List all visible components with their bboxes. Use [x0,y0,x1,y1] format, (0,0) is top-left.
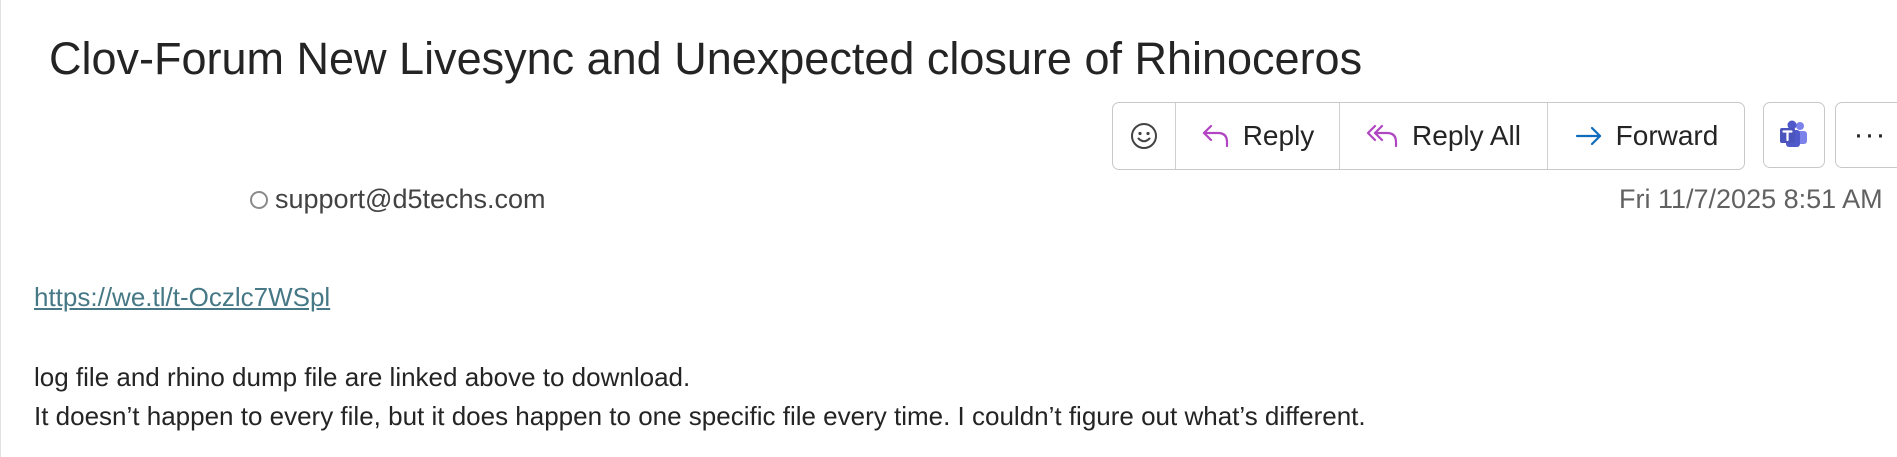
email-subject: Clov-Forum New Livesync and Unexpected c… [49,33,1363,84]
body-line-1: log file and rhino dump file are linked … [34,362,691,392]
more-actions-button[interactable]: ··· [1835,102,1897,168]
forward-label: Forward [1615,120,1719,151]
reply-all-label: Reply All [1412,120,1521,151]
reply-all-button[interactable]: Reply All [1339,103,1547,169]
reply-button-group: Reply Reply All Forward [1112,102,1745,170]
wetransfer-link[interactable]: https://we.tl/t-Oczlc7WSpl [34,282,330,313]
teams-icon [1778,120,1810,150]
reaction-button[interactable] [1113,103,1175,169]
teams-share-button[interactable] [1763,102,1825,168]
reply-label: Reply [1242,120,1315,151]
reply-all-arrow-icon [1366,123,1400,149]
smiley-icon [1129,121,1159,151]
reading-pane-border [0,0,1,457]
reply-arrow-icon [1201,123,1231,149]
sender-info[interactable]: support@d5techs.com [250,184,546,215]
received-date: Fri 11/7/2025 8:51 AM [1619,184,1883,214]
forward-button[interactable]: Forward [1547,103,1744,169]
forward-arrow-icon [1574,125,1604,147]
message-toolbar: Reply Reply All Forward ··· [1112,102,1897,170]
body-line-2: It doesn’t happen to every file, but it … [34,401,1366,431]
reply-button[interactable]: Reply [1175,103,1339,169]
sender-email: support@d5techs.com [275,184,546,214]
presence-status-icon [250,190,268,209]
